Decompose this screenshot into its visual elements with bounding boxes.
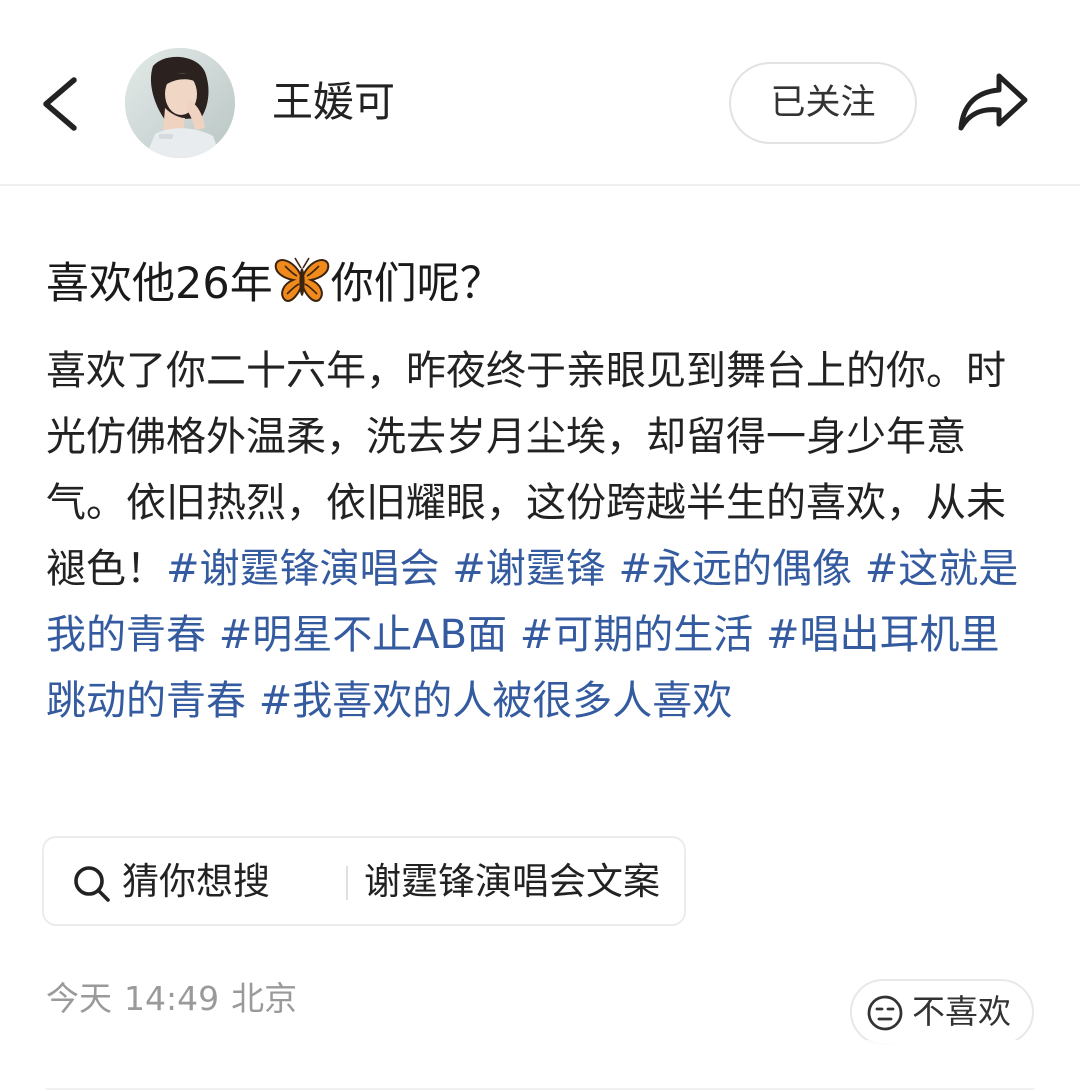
avatar-photo: [125, 48, 235, 158]
post-title-start: 喜欢他26年: [46, 259, 273, 309]
post-title: 喜欢他26年 你们呢？: [46, 254, 503, 314]
divider: [346, 866, 348, 900]
share-button[interactable]: [955, 66, 1031, 138]
avatar[interactable]: [125, 48, 235, 158]
neutral-face-icon: [867, 995, 903, 1031]
post-meta: 今天 14:49 北京: [46, 976, 297, 1022]
hashtag-link[interactable]: #谢霆锋演唱会: [166, 546, 440, 592]
dislike-button[interactable]: 不喜欢: [850, 979, 1034, 1045]
search-suggestion[interactable]: 猜你想搜 谢霆锋演唱会文案: [42, 836, 686, 926]
post-location: 北京: [231, 979, 298, 1018]
hashtag-link[interactable]: #我喜欢的人被很多人喜欢: [259, 678, 733, 724]
username[interactable]: 王媛可: [272, 76, 395, 128]
fade-overlay: [780, 1040, 1080, 1080]
post-title-end: 你们呢？: [330, 259, 503, 309]
hashtag-link[interactable]: #明星不止AB面: [219, 612, 507, 658]
back-button[interactable]: [30, 66, 90, 142]
search-icon: [74, 866, 110, 902]
share-arrow-icon: [958, 73, 1028, 131]
divider: [46, 1088, 1034, 1090]
butterfly-icon: [273, 254, 331, 304]
search-suggestion-query[interactable]: 谢霆锋演唱会文案: [364, 856, 660, 908]
hashtag-link[interactable]: #谢霆锋: [452, 546, 606, 592]
hashtag-link[interactable]: #可期的生活: [520, 612, 754, 658]
post-date: 今天: [46, 979, 112, 1018]
post-time: 14:49: [124, 979, 220, 1018]
follow-button[interactable]: 已关注: [729, 62, 917, 144]
top-bar: 王媛可 已关注: [0, 0, 1080, 186]
search-suggestion-label: 猜你想搜: [122, 860, 270, 903]
post-body: 喜欢了你二十六年，昨夜终于亲眼见到舞台上的你。时光仿佛格外温柔，洗去岁月尘埃，却…: [46, 338, 1036, 734]
chevron-left-icon: [43, 77, 77, 131]
dislike-label: 不喜欢: [912, 992, 1011, 1031]
hashtag-link[interactable]: #永远的偶像: [618, 546, 852, 592]
